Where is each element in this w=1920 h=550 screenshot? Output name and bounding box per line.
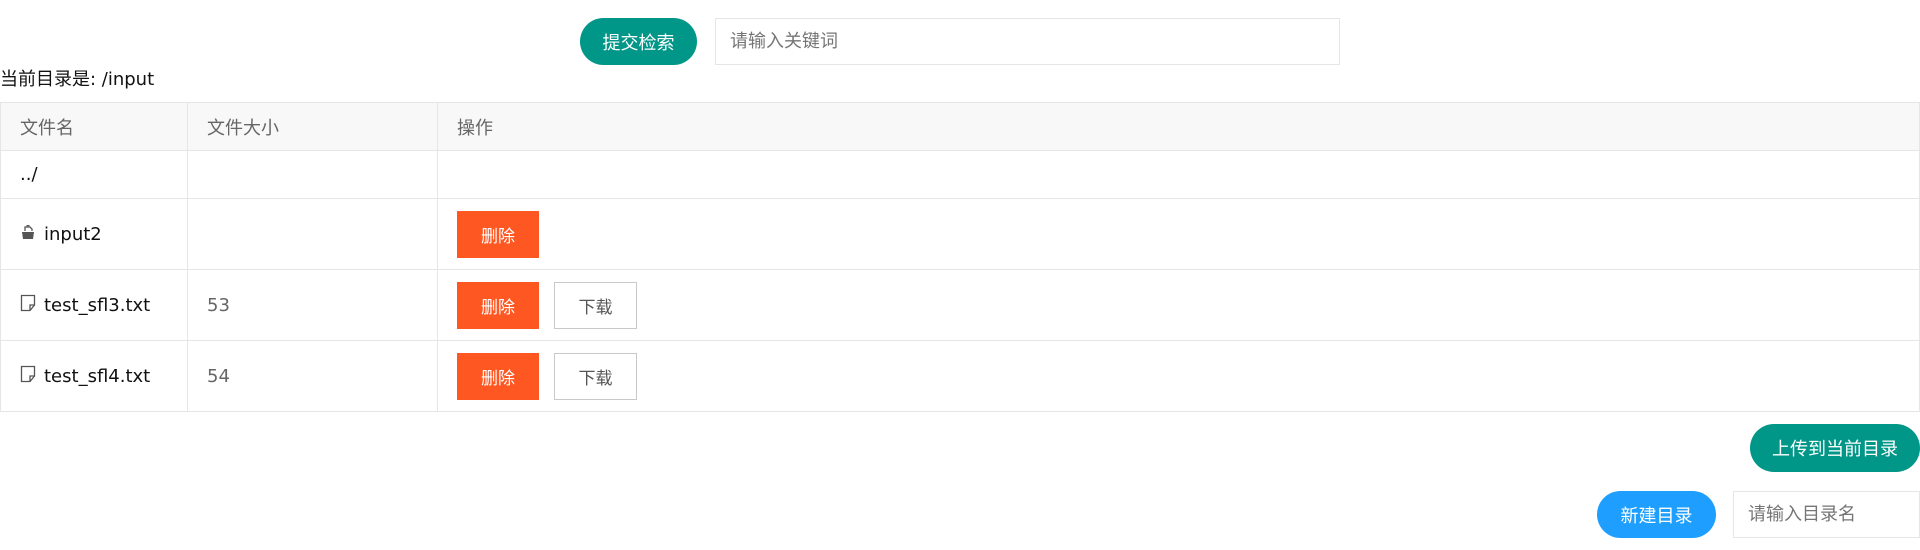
upload-to-current-dir-button[interactable]: 上传到当前目录 [1750,424,1920,472]
file-name-link[interactable]: test_sfl3.txt [44,295,150,316]
delete-button[interactable]: 删除 [457,210,539,258]
file-name-link[interactable]: test_sfl4.txt [44,366,150,387]
file-size-cell: 53 [187,269,438,341]
file-name-link[interactable]: input2 [44,224,102,245]
table-header-row: 文件名 文件大小 操作 [0,102,1920,151]
search-input[interactable] [715,18,1340,65]
file-table: 文件名 文件大小 操作 ../ input2 删除 test_sfl3.txt … [0,102,1920,412]
download-button[interactable]: 下载 [554,281,637,329]
column-header-filesize: 文件大小 [187,102,438,151]
table-row-parent-dir: ../ [0,150,1920,199]
table-row: input2 删除 [0,198,1920,270]
folder-icon [20,224,42,245]
column-header-actions: 操作 [437,102,1920,151]
current-directory-label: 当前目录是: /input [0,69,155,90]
column-header-filename: 文件名 [0,102,188,151]
file-icon [20,365,42,388]
file-icon [20,294,42,317]
download-button[interactable]: 下载 [554,352,637,400]
search-submit-button[interactable]: 提交检索 [580,18,697,65]
delete-button[interactable]: 删除 [457,281,539,329]
table-row: test_sfl3.txt 53 删除 下载 [0,269,1920,341]
new-directory-button[interactable]: 新建目录 [1597,491,1716,538]
directory-name-input[interactable] [1733,491,1920,538]
table-row: test_sfl4.txt 54 删除 下载 [0,340,1920,412]
file-size-cell [187,150,438,199]
file-size-cell: 54 [187,340,438,412]
actions-cell [437,150,1920,199]
file-size-cell [187,198,438,270]
delete-button[interactable]: 删除 [457,352,539,400]
parent-directory-link[interactable]: ../ [20,164,38,185]
